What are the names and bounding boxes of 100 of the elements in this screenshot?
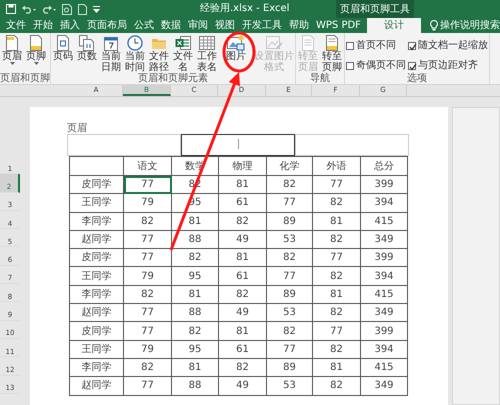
table-cell: 81	[218, 248, 266, 267]
table-cell: 53	[266, 376, 312, 396]
ribbon-tab[interactable]: 开始	[32, 18, 54, 33]
table-cell: 李同学	[70, 212, 124, 230]
ribbon-button[interactable]: 当前日期	[99, 35, 123, 73]
ribbon-button[interactable]: 工作表名	[195, 35, 219, 73]
highlight-circle	[222, 32, 256, 72]
table-cell: 89	[266, 358, 312, 377]
table-cell: 53	[266, 230, 312, 249]
table-cell: 415	[360, 285, 408, 304]
table-cell: 77	[124, 176, 172, 194]
ribbon-tab[interactable]: 审阅	[187, 18, 209, 33]
table-cell: 77	[124, 248, 172, 267]
table-cell: 82	[124, 285, 172, 304]
table-cell: 415	[360, 358, 408, 377]
table-cell: 王同学	[70, 266, 124, 286]
save-icon[interactable]	[6, 4, 16, 14]
table-cell: 王同学	[70, 340, 124, 358]
table-cell: 88	[172, 376, 218, 396]
table-cell: 394	[360, 266, 408, 286]
table-cell: 79	[124, 266, 172, 286]
table-cell: 82	[312, 230, 360, 249]
table-cell: 皮同学	[70, 176, 124, 194]
table-cell: 王同学	[70, 194, 124, 212]
context-tab-label: 页眉和页脚工具	[336, 0, 414, 18]
caret-icon[interactable]	[93, 6, 100, 12]
table-cell: 李同学	[70, 358, 124, 377]
ribbon-button[interactable]: 文件名	[171, 35, 195, 73]
redo-icon[interactable]	[42, 4, 56, 14]
option-checkbox[interactable]: 首页不同	[346, 38, 406, 53]
ribbon-tab[interactable]: 公式	[133, 18, 155, 33]
table-cell: 皮同学	[70, 248, 124, 267]
ribbon-button[interactable]: 图片	[219, 35, 253, 62]
ribbon-button[interactable]: 页眉	[0, 35, 24, 65]
table-cell: 82	[312, 340, 360, 358]
ribbon-button[interactable]: 当前时间	[123, 35, 147, 73]
table-cell: 82	[312, 194, 360, 212]
table-cell: 81	[172, 285, 218, 304]
group-label: 页眉和页脚元素	[137, 73, 209, 84]
table-cell: 349	[360, 230, 408, 249]
tell-me-search[interactable]: 操作说明搜索	[430, 18, 500, 33]
table-cell: 349	[360, 376, 408, 396]
table-cell: 81	[218, 322, 266, 340]
table-cell: 82	[266, 322, 312, 340]
table-cell: 399	[360, 248, 408, 267]
ribbon-tab[interactable]: 帮助	[288, 18, 310, 33]
table-cell: 89	[266, 212, 312, 230]
group-label: 选项	[406, 73, 428, 84]
table-cell: 82	[312, 266, 360, 286]
table-cell: 81	[172, 358, 218, 377]
print-preview-icon[interactable]	[62, 4, 72, 14]
ribbon-tab[interactable]: 插入	[59, 18, 81, 33]
table-cell: 赵同学	[70, 376, 124, 396]
table-cell: 415	[360, 212, 408, 230]
table-cell: 李同学	[70, 285, 124, 304]
ribbon-tab[interactable]: WPS PDF	[315, 18, 362, 33]
ribbon-button[interactable]: 页码	[51, 35, 75, 62]
table-cell: 77	[312, 248, 360, 267]
table-cell: 88	[172, 304, 218, 322]
table-header-cell: 化学	[266, 156, 312, 176]
window-title: 经验用.xlsx - Excel	[200, 3, 290, 14]
table-cell: 82	[312, 304, 360, 322]
document-icon[interactable]	[78, 4, 87, 14]
ribbon-button[interactable]: 页数	[75, 35, 99, 62]
ribbon-tab[interactable]: 数据	[160, 18, 182, 33]
undo-icon[interactable]	[22, 4, 36, 14]
ribbon-tab[interactable]: 页面布局	[86, 18, 128, 33]
lightbulb-icon	[430, 20, 438, 31]
ribbon-tab[interactable]: 视图	[214, 18, 236, 33]
ribbon-button[interactable]: 页脚	[24, 35, 48, 65]
ribbon-tab[interactable]: 文件	[5, 18, 27, 33]
ribbon-tab[interactable]: 开发工具	[241, 18, 283, 33]
table-cell: 79	[124, 194, 172, 212]
option-checkbox[interactable]: 随文档一起缩放	[408, 38, 488, 53]
table-cell: 95	[172, 266, 218, 286]
table-cell: 77	[266, 340, 312, 358]
header-section[interactable]	[181, 134, 295, 156]
table-cell: 61	[218, 340, 266, 358]
header-label: 页眉	[67, 124, 88, 134]
table-cell: 赵同学	[70, 230, 124, 249]
table-cell: 49	[218, 304, 266, 322]
ribbon-tab[interactable]: 设计	[366, 18, 421, 33]
option-checkbox[interactable]: 奇偶页不同	[346, 58, 406, 73]
table-cell: 399	[360, 176, 408, 194]
table-header-cell: 外语	[312, 156, 360, 176]
table-cell: 53	[266, 304, 312, 322]
table-cell: 61	[218, 266, 266, 286]
option-checkbox[interactable]: 与页边距对齐	[408, 58, 488, 73]
table-cell: 89	[266, 285, 312, 304]
table-cell: 82	[218, 212, 266, 230]
table-cell: 82	[124, 212, 172, 230]
ribbon-button[interactable]: 文件路径	[147, 35, 171, 73]
table-cell: 81	[312, 285, 360, 304]
table-cell: 49	[218, 230, 266, 249]
ribbon-button[interactable]: 转至页脚	[320, 35, 344, 73]
table-cell: 394	[360, 194, 408, 212]
table-cell: 79	[124, 340, 172, 358]
table-cell: 77	[124, 322, 172, 340]
group-label: 页眉和页脚	[0, 73, 50, 84]
table-header-cell: 语文	[124, 156, 172, 176]
